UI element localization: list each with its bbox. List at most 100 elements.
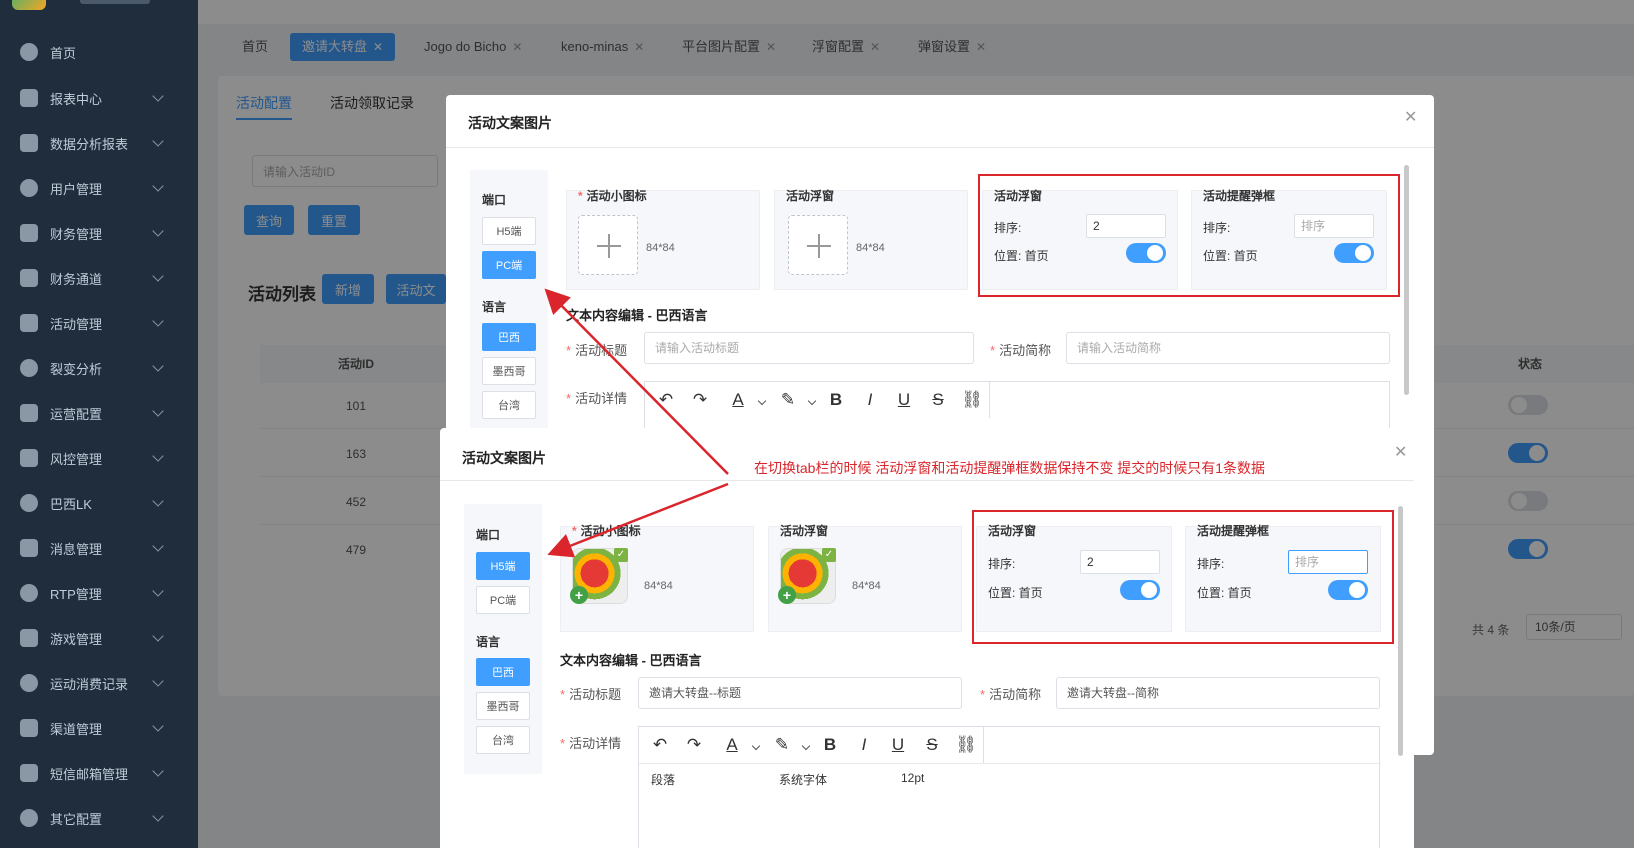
chevron-down-icon <box>152 585 164 597</box>
sidebar-item-operations[interactable]: 运营配置 <box>0 393 198 433</box>
font-size-select[interactable]: 12pt <box>901 771 924 785</box>
rich-text-editor[interactable]: ↶ ↷ A ✎ B I U S ⛓ 段落 系统字体 12pt <box>638 726 1381 848</box>
required-mark: * <box>560 736 566 751</box>
sidebar-item-finance-channel[interactable]: 财务通道 <box>0 258 198 298</box>
required-mark: * <box>560 687 566 702</box>
link-icon[interactable]: ⛓ <box>955 735 977 755</box>
link-icon[interactable]: ⛓ <box>961 390 983 410</box>
toolbar-divider <box>989 382 990 418</box>
sidebar-item-fission[interactable]: 裂变分析 <box>0 348 198 388</box>
lang-brazil-button[interactable]: 巴西 <box>476 658 530 686</box>
close-icon[interactable]: ✕ <box>1394 442 1407 462</box>
activity-short-name-input[interactable]: 请输入活动简称 <box>1066 332 1390 364</box>
short-name-label-text: 活动简称 <box>999 343 1052 358</box>
text-color-icon[interactable]: A <box>721 735 743 755</box>
scrollbar[interactable] <box>1398 506 1403 756</box>
redo-icon[interactable]: ↷ <box>689 390 711 410</box>
sidebar-item-activity[interactable]: 活动管理 <box>0 303 198 343</box>
required-mark: * <box>566 391 572 406</box>
float-upload-button[interactable] <box>788 215 848 275</box>
sidebar-item-sms-mail[interactable]: 短信邮箱管理 <box>0 753 198 793</box>
chevron-down-icon[interactable] <box>807 396 817 406</box>
strikethrough-icon[interactable]: S <box>921 735 943 755</box>
sidebar-item-messages[interactable]: 消息管理 <box>0 528 198 568</box>
chevron-down-icon <box>152 135 164 147</box>
lang-taiwan-button[interactable]: 台湾 <box>482 391 536 419</box>
italic-icon[interactable]: I <box>853 735 875 755</box>
port-h5-button[interactable]: H5端 <box>482 217 536 245</box>
sidebar-item-label: 风控管理 <box>50 451 103 467</box>
sidebar-item-finance[interactable]: 财务管理 <box>0 213 198 253</box>
sidebar-item-rtp[interactable]: RTP管理 <box>0 573 198 613</box>
icon-box-title: * 活动小图标 <box>572 522 641 539</box>
chevron-down-icon[interactable] <box>757 396 767 406</box>
redo-icon[interactable]: ↷ <box>683 735 705 755</box>
highlight-icon[interactable]: ✎ <box>777 390 799 410</box>
chevron-down-icon[interactable] <box>751 741 761 751</box>
chevron-down-icon <box>152 540 164 552</box>
lang-mexico-button[interactable]: 墨西哥 <box>482 357 536 385</box>
icon-upload-button[interactable] <box>578 215 638 275</box>
chevron-down-icon <box>152 360 164 372</box>
sidebar-item-label: 渠道管理 <box>50 721 103 737</box>
undo-icon[interactable]: ↶ <box>655 390 677 410</box>
activity-short-name-input[interactable]: 邀请大转盘--简称 <box>1056 677 1380 709</box>
chevron-down-icon[interactable] <box>801 741 811 751</box>
underline-icon[interactable]: U <box>893 390 915 410</box>
message-icon <box>20 539 38 557</box>
paragraph-select[interactable]: 段落 <box>651 771 675 788</box>
scrollbar[interactable] <box>1404 165 1409 395</box>
lang-mexico-button[interactable]: 墨西哥 <box>476 692 530 720</box>
chevron-down-icon <box>152 495 164 507</box>
sidebar-item-sports[interactable]: 运动消费记录 <box>0 663 198 703</box>
activity-title-input[interactable]: 请输入活动标题 <box>644 332 974 364</box>
title-label-text: 活动标题 <box>569 687 622 702</box>
sidebar-item-label: 财务管理 <box>50 226 103 242</box>
highlight-box <box>978 174 1400 297</box>
logo-text <box>80 0 150 4</box>
underline-icon[interactable]: U <box>887 735 909 755</box>
sidebar-item-label: 裂变分析 <box>50 361 103 377</box>
globe-icon <box>20 584 38 602</box>
close-icon[interactable]: ✕ <box>1404 107 1417 127</box>
grid-icon <box>20 404 38 422</box>
language-label: 语言 <box>482 300 507 314</box>
sidebar-item-other[interactable]: 其它配置 <box>0 798 198 838</box>
finance-channel-icon <box>20 269 38 287</box>
undo-icon[interactable]: ↶ <box>649 735 671 755</box>
sidebar-item-games[interactable]: 游戏管理 <box>0 618 198 658</box>
dialog-activity-copy-images-h5: 活动文案图片 ✕ 端口 H5端 PC端 语言 巴西 墨西哥 台湾 * 活动小图标 … <box>440 428 1414 848</box>
sport-icon <box>20 674 38 692</box>
sidebar-item-home[interactable]: 首页 <box>0 32 198 72</box>
bold-icon[interactable]: B <box>819 735 841 755</box>
italic-icon[interactable]: I <box>859 390 881 410</box>
section-title: 文本内容编辑 - 巴西语言 <box>560 653 702 668</box>
text-color-icon[interactable]: A <box>727 390 749 410</box>
lang-brazil-button[interactable]: 巴西 <box>482 323 536 351</box>
port-h5-button[interactable]: H5端 <box>476 552 530 580</box>
sidebar-item-data-analysis[interactable]: 数据分析报表 <box>0 123 198 163</box>
sidebar-item-label: 运动消费记录 <box>50 676 129 692</box>
float-box-title: 活动浮窗 <box>786 189 835 203</box>
sidebar-item-reports[interactable]: 报表中心 <box>0 78 198 118</box>
bold-icon[interactable]: B <box>825 390 847 410</box>
lang-taiwan-button[interactable]: 台湾 <box>476 726 530 754</box>
sidebar-item-users[interactable]: 用户管理 <box>0 168 198 208</box>
port-pc-button[interactable]: PC端 <box>476 586 530 614</box>
port-pc-button[interactable]: PC端 <box>482 251 536 279</box>
sidebar-item-risk[interactable]: 风控管理 <box>0 438 198 478</box>
sidebar-item-brazil-lk[interactable]: 巴西LK <box>0 483 198 523</box>
chevron-down-icon <box>152 630 164 642</box>
toolbar-divider <box>983 727 984 763</box>
strikethrough-icon[interactable]: S <box>927 390 949 410</box>
font-select[interactable]: 系统字体 <box>779 771 827 788</box>
sidebar-item-label: 首页 <box>50 45 77 61</box>
section-title: 文本内容编辑 - 巴西语言 <box>566 308 708 323</box>
chart-icon <box>20 89 38 107</box>
highlight-icon[interactable]: ✎ <box>771 735 793 755</box>
title-label: * 活动标题 <box>560 684 621 703</box>
sidebar-item-channels[interactable]: 渠道管理 <box>0 708 198 748</box>
port-label: 端口 <box>476 528 501 542</box>
activity-title-input[interactable]: 邀请大转盘--标题 <box>638 677 962 709</box>
settings-icon <box>20 809 38 827</box>
